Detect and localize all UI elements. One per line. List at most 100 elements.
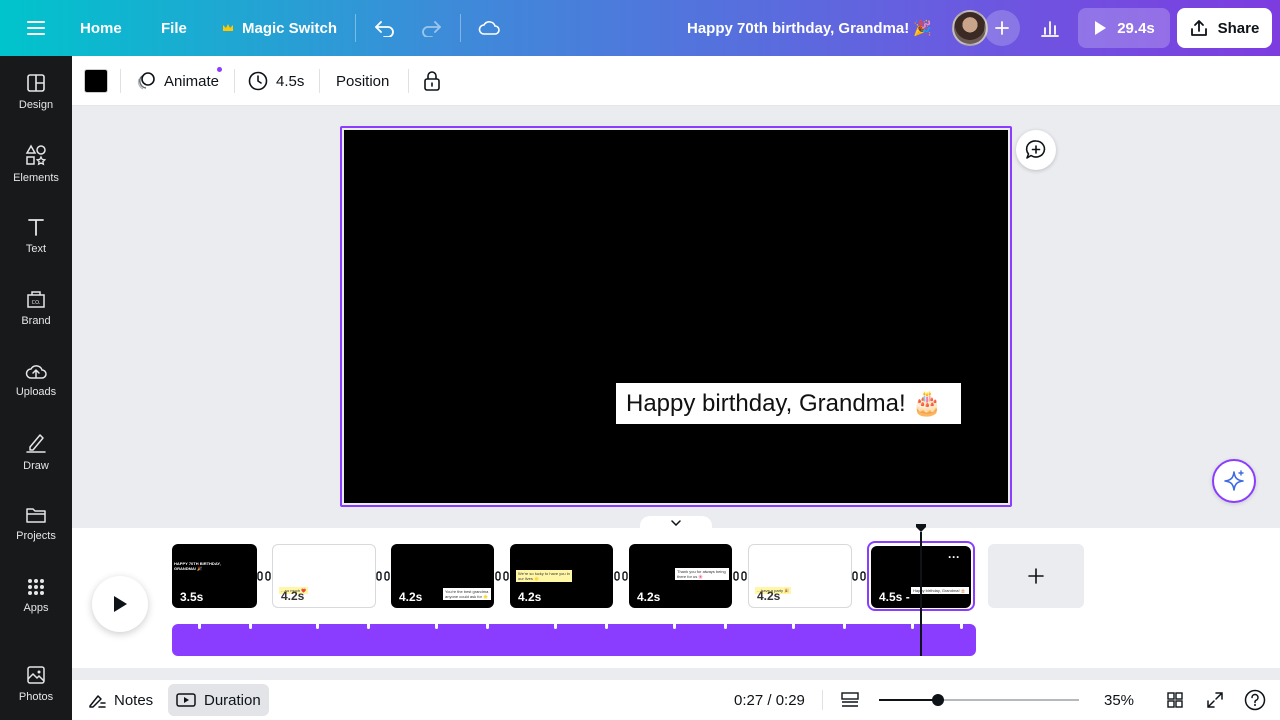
transition-button[interactable] bbox=[495, 570, 509, 582]
invite-button[interactable] bbox=[984, 10, 1020, 46]
sidebar-item-photos[interactable]: Photos bbox=[0, 652, 72, 716]
timeline-play-button[interactable] bbox=[92, 576, 148, 632]
duration-button[interactable]: Duration bbox=[168, 684, 269, 716]
page-thumbnail-6[interactable]: …have a party 🎉 4.2s bbox=[748, 544, 852, 608]
divider bbox=[234, 69, 235, 93]
sidebar-item-brand[interactable]: CO. Brand bbox=[0, 276, 72, 340]
beat-marker bbox=[486, 624, 489, 629]
page-preview-text: Thank you for always being there for us … bbox=[675, 568, 729, 580]
add-comment-button[interactable] bbox=[1016, 130, 1056, 170]
sidebar-item-elements[interactable]: Elements bbox=[0, 132, 72, 196]
sidebar-item-label: Projects bbox=[16, 530, 56, 542]
zoom-slider-fill bbox=[879, 699, 939, 701]
transition-icon bbox=[495, 571, 509, 581]
page-view-toggle[interactable] bbox=[840, 680, 860, 720]
zoom-slider-handle[interactable] bbox=[932, 694, 945, 706]
sidebar-item-uploads[interactable]: Uploads bbox=[0, 348, 72, 412]
page-more-options-button[interactable]: ··· bbox=[940, 549, 968, 565]
page-thumbnail-2[interactable]: …so much ❤️ 4.2s bbox=[272, 544, 376, 608]
design-canvas[interactable] bbox=[344, 130, 1008, 503]
transition-button[interactable] bbox=[376, 570, 390, 582]
beat-marker bbox=[911, 624, 914, 629]
time-readout: 0:27 / 0:29 bbox=[734, 680, 805, 720]
beat-marker bbox=[316, 624, 319, 629]
audio-track[interactable] bbox=[172, 624, 976, 656]
menu-button[interactable] bbox=[20, 0, 52, 56]
transition-button[interactable] bbox=[733, 570, 747, 582]
avatar[interactable] bbox=[952, 10, 988, 46]
animate-button[interactable]: Animate bbox=[136, 56, 219, 106]
grid-view-button[interactable] bbox=[1166, 680, 1184, 720]
sidebar-item-apps[interactable]: Apps bbox=[0, 564, 72, 628]
sidebar-item-text[interactable]: Text bbox=[0, 204, 72, 268]
notes-icon bbox=[89, 695, 106, 708]
sidebar-item-label: Photos bbox=[18, 691, 54, 703]
share-button[interactable]: Share bbox=[1177, 8, 1272, 48]
page-duration: 4.2s bbox=[399, 590, 423, 604]
text-icon bbox=[28, 219, 44, 236]
beat-marker bbox=[435, 624, 438, 629]
beat-marker bbox=[605, 624, 608, 629]
share-label: Share bbox=[1217, 19, 1260, 37]
magic-switch-button[interactable]: Magic Switch bbox=[222, 0, 337, 56]
sidebar-item-draw[interactable]: Draw bbox=[0, 420, 72, 484]
position-button[interactable]: Position bbox=[336, 56, 389, 106]
beat-marker bbox=[367, 624, 370, 629]
bottom-bar: Notes Duration 0:27 / 0:29 35% bbox=[72, 680, 1280, 720]
insights-button[interactable] bbox=[1032, 0, 1068, 56]
page-thumbnail-5[interactable]: Thank you for always being there for us … bbox=[629, 544, 732, 608]
save-status-button[interactable] bbox=[476, 0, 502, 56]
photos-icon bbox=[27, 666, 45, 684]
animate-icon bbox=[137, 72, 155, 90]
present-button[interactable]: 29.4s bbox=[1078, 8, 1170, 48]
magic-assistant-button[interactable] bbox=[1212, 459, 1256, 503]
page-duration: 4.2s bbox=[281, 589, 305, 603]
redo-button[interactable] bbox=[418, 0, 444, 56]
transition-button[interactable] bbox=[257, 570, 271, 582]
divider bbox=[822, 690, 823, 710]
lock-button[interactable] bbox=[423, 56, 441, 106]
draw-icon bbox=[26, 434, 46, 453]
plus-icon bbox=[1028, 568, 1044, 584]
transition-button[interactable] bbox=[614, 570, 628, 582]
caption-text-box[interactable]: Happy birthday, Grandma! 🎂 bbox=[616, 383, 961, 424]
playhead[interactable] bbox=[920, 532, 922, 656]
background-color-button[interactable] bbox=[84, 56, 108, 106]
document-title[interactable]: Happy 70th birthday, Grandma! 🎉 bbox=[687, 0, 932, 56]
file-menu-button[interactable]: File bbox=[161, 0, 187, 56]
expand-icon bbox=[1207, 692, 1223, 708]
sparkle-icon bbox=[1224, 470, 1244, 491]
page-thumbnail-3[interactable]: You're the best grandma anyone could ask… bbox=[391, 544, 494, 608]
timing-button[interactable]: 4.5s bbox=[248, 56, 304, 106]
collapse-timeline-button[interactable] bbox=[640, 516, 712, 530]
time-readout-text: 0:27 / 0:29 bbox=[734, 691, 805, 709]
beat-marker bbox=[554, 624, 557, 629]
home-label: Home bbox=[80, 19, 122, 37]
clock-icon bbox=[248, 71, 268, 91]
grid-icon bbox=[1167, 692, 1183, 708]
page-thumbnail-4[interactable]: We're so lucky to have you in our lives … bbox=[510, 544, 613, 608]
sidebar-item-projects[interactable]: Projects bbox=[0, 492, 72, 556]
fullscreen-button[interactable] bbox=[1206, 680, 1224, 720]
notes-label: Notes bbox=[114, 691, 154, 709]
undo-button[interactable] bbox=[372, 0, 398, 56]
sidebar-item-design[interactable]: Design bbox=[0, 60, 72, 124]
sidebar-item-label: Brand bbox=[21, 315, 51, 327]
home-button[interactable]: Home bbox=[80, 0, 122, 56]
comment-plus-icon bbox=[1025, 140, 1046, 159]
help-button[interactable] bbox=[1244, 680, 1266, 720]
elements-icon bbox=[25, 144, 47, 166]
sidebar-item-label: Elements bbox=[13, 172, 59, 184]
page-thumbnail-1[interactable]: HAPPY 70TH BIRTHDAY, GRANDMA! 🎉 3.5s bbox=[172, 544, 257, 608]
notes-button[interactable]: Notes bbox=[88, 680, 153, 720]
transition-button[interactable] bbox=[852, 570, 866, 582]
page-preview-text: You're the best grandma anyone could ask… bbox=[443, 588, 491, 600]
duration-label: Duration bbox=[204, 691, 261, 709]
play-icon bbox=[1095, 21, 1107, 35]
divider bbox=[319, 69, 320, 93]
playhead-handle[interactable] bbox=[915, 523, 927, 533]
timing-label: 4.5s bbox=[276, 72, 305, 90]
add-page-button[interactable] bbox=[988, 544, 1084, 608]
zoom-level-button[interactable]: 35% bbox=[1104, 680, 1134, 720]
page-duration: 3.5s bbox=[180, 590, 204, 604]
